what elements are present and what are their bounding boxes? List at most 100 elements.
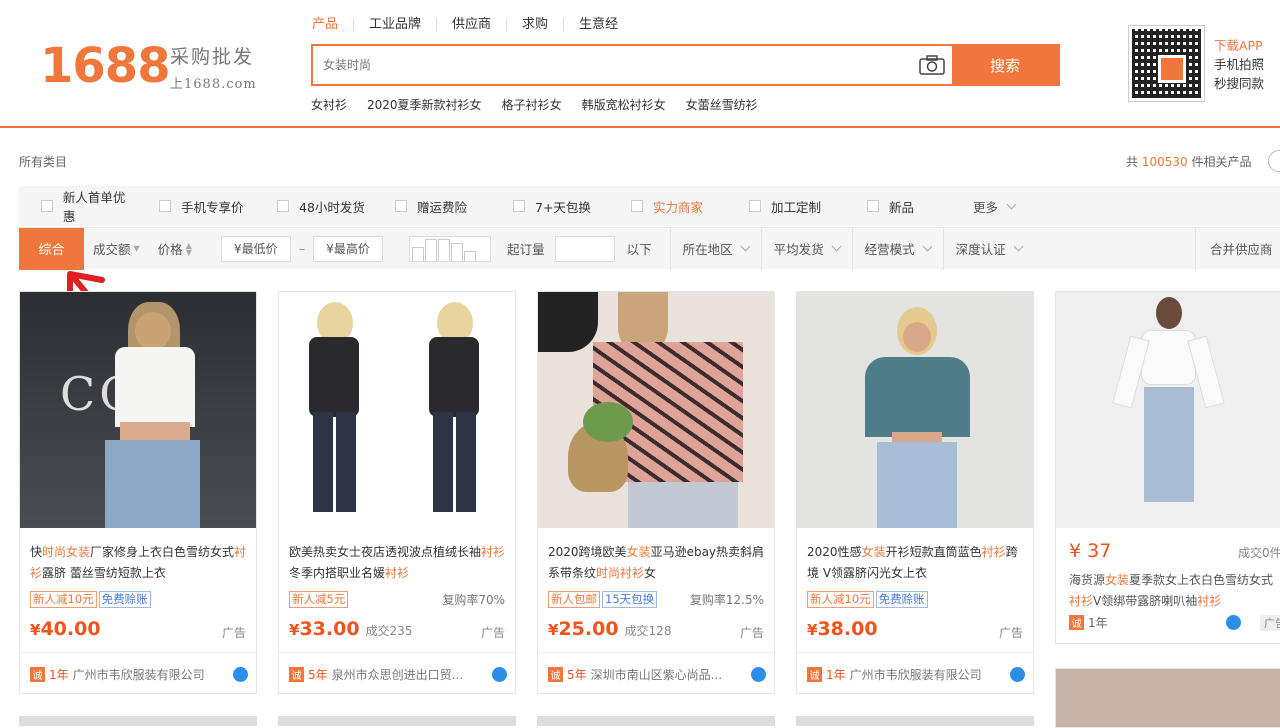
product-title[interactable]: 2020跨境欧美女装亚马逊ebay热卖斜肩系带条纹时尚衬衫女 <box>548 542 766 584</box>
product-title[interactable]: 欧美热卖女士夜店透视波点植绒长袖衬衫 冬季内搭职业名媛衬衫 <box>289 542 507 584</box>
product-image[interactable] <box>1056 292 1280 528</box>
service-tag: 免费赊账 <box>98 591 151 608</box>
price-bar[interactable] <box>438 238 451 261</box>
title-highlight: 衬衫 <box>385 566 410 580</box>
wangwang-chat-icon[interactable] <box>233 667 248 682</box>
checkbox[interactable] <box>749 200 761 212</box>
search-button[interactable]: 搜索 <box>952 46 1058 84</box>
price-distribution-chart[interactable] <box>409 235 492 262</box>
tab-product[interactable]: 产品 <box>312 18 353 32</box>
breadcrumb[interactable]: 所有类目 <box>19 153 67 170</box>
min-price-input[interactable]: ¥最低价 <box>220 235 291 262</box>
sort-volume-label: 成交额 <box>93 242 131 257</box>
more-filters-button[interactable]: 更多 <box>973 197 1017 216</box>
hot-word[interactable]: 格子衬衫女 <box>502 96 562 113</box>
app-promo[interactable]: 下载APP 手机拍照 秒搜同款 <box>1214 36 1264 93</box>
wangwang-chat-icon[interactable] <box>492 667 507 682</box>
price-bar[interactable] <box>425 238 438 261</box>
product-image[interactable]: COE <box>20 292 256 528</box>
ad-label: 广告 <box>221 626 246 640</box>
filter-custom-processing[interactable]: 加工定制 <box>727 197 845 216</box>
price-bar[interactable] <box>451 242 464 261</box>
checkbox[interactable] <box>513 200 525 212</box>
tab-business-guide[interactable]: 生意经 <box>563 18 633 32</box>
search-bar: 搜索 <box>311 44 1060 86</box>
checkbox[interactable] <box>159 200 171 212</box>
wangwang-chat-icon[interactable] <box>751 667 766 682</box>
next-row-product-card[interactable] <box>796 716 1034 726</box>
product-title[interactable]: 2020性感女装开衫短款直筒蓝色衬衫跨境 V领露脐闪光女上衣 <box>807 542 1025 584</box>
merge-suppliers-toggle[interactable]: 合并供应商 <box>1195 227 1280 270</box>
product-image[interactable] <box>797 292 1033 528</box>
price-bar[interactable] <box>412 246 425 261</box>
checkbox[interactable] <box>631 200 643 212</box>
sort-volume[interactable]: 成交额 ▼ <box>84 239 149 258</box>
tab-buying-request[interactable]: 求购 <box>506 18 563 32</box>
next-row-product-card[interactable] <box>537 716 775 726</box>
moq-input[interactable] <box>554 235 615 262</box>
wangwang-chat-icon[interactable] <box>1010 667 1025 682</box>
supplier-info[interactable]: 诚 5年 泉州市众思创进出口贸... <box>289 666 507 683</box>
product-card[interactable]: 2020性感女装开衫短款直筒蓝色衬衫跨境 V领露脐闪光女上衣 新人减10元 免费… <box>796 291 1034 694</box>
supplier-info[interactable]: 诚 5年 深圳市南山区紫心尚品... <box>548 666 766 683</box>
tab-industrial-brand[interactable]: 工业品牌 <box>353 18 436 32</box>
company-name[interactable]: 广州市韦欣服装有限公司 <box>850 666 982 683</box>
title-highlight: 衬衫 <box>981 545 1006 559</box>
logo[interactable]: 1688 <box>40 38 171 94</box>
hot-word[interactable]: 韩版宽松衬衫女 <box>582 96 666 113</box>
divider <box>20 652 256 653</box>
filter-shipping-insurance[interactable]: 赠运费险 <box>373 197 491 216</box>
hot-word[interactable]: 女蕾丝雪纺衫 <box>686 96 758 113</box>
dropdown-location[interactable]: 所在地区 <box>669 227 761 270</box>
dropdown-certification[interactable]: 深度认证 <box>942 227 1034 270</box>
next-row-product-card[interactable] <box>19 716 257 726</box>
camera-icon[interactable] <box>912 46 952 84</box>
filter-mobile-price[interactable]: 手机专享价 <box>137 197 255 216</box>
filter-48h-shipping[interactable]: 48小时发货 <box>255 197 373 216</box>
dropdown-business-model[interactable]: 经营模式 <box>851 227 943 270</box>
checkbox[interactable] <box>41 200 53 212</box>
supplier-info[interactable]: 诚 1年 广州市韦欣服装有限公司 <box>807 666 1025 683</box>
checkbox[interactable] <box>277 200 289 212</box>
product-card[interactable]: 2020跨境欧美女装亚马逊ebay热卖斜肩系带条纹时尚衬衫女 新人包邮 15天包… <box>537 291 775 694</box>
filter-strong-merchant[interactable]: 实力商家 <box>609 197 727 216</box>
next-row-product-card[interactable] <box>278 716 516 726</box>
product-card[interactable]: 欧美热卖女士夜店透视波点植绒长袖衬衫 冬季内搭职业名媛衬衫 新人减5元 复购率7… <box>278 291 516 694</box>
company-name[interactable]: 深圳市南山区紫心尚品... <box>591 666 722 683</box>
hot-word[interactable]: 女衬衫 <box>311 96 347 113</box>
title-text: 2020性感 <box>807 545 862 559</box>
product-image[interactable] <box>279 292 515 528</box>
product-title[interactable]: 快时尚女装厂家修身上衣白色雪纺女式衬衫露脐 蕾丝雪纺短款上衣 <box>30 542 248 584</box>
product-card[interactable]: COE 快时尚女装厂家修身上衣白色雪纺女式衬衫露脐 蕾丝雪纺短款上衣 新人减10… <box>19 291 257 694</box>
supplier-info[interactable]: 诚 1年 广州市韦欣服装有限公司 <box>30 666 248 683</box>
supplier-info[interactable]: 诚 1年 <box>1069 614 1108 631</box>
product-card[interactable]: ¥ 37 成交0件 海货源女装夏季款女上衣白色雪纺女式衬衫V领绑带露脐喇叭袖衬衫… <box>1055 291 1280 644</box>
filter-new-product[interactable]: 新品 <box>845 197 963 216</box>
product-price: ¥25.00 成交128 <box>548 618 671 640</box>
filter-7day-exchange[interactable]: 7+天包换 <box>491 197 609 216</box>
price-bar[interactable] <box>464 250 477 261</box>
next-row-product-card[interactable] <box>1055 668 1280 728</box>
product-image[interactable] <box>538 292 774 528</box>
company-name[interactable]: 广州市韦欣服装有限公司 <box>73 666 205 683</box>
title-text: 欧美热卖女士夜店透视波点植绒长袖 <box>289 545 482 559</box>
max-price-input[interactable]: ¥最高价 <box>313 235 384 262</box>
wangwang-chat-icon[interactable] <box>1226 615 1241 630</box>
filter-new-user-discount[interactable]: 新人首单优惠 <box>19 187 137 225</box>
price-value: 33.00 <box>299 618 360 640</box>
dropdown-avg-shipping[interactable]: 平均发货 <box>760 227 852 270</box>
divider <box>797 652 1033 653</box>
search-input[interactable] <box>313 46 912 84</box>
hot-word[interactable]: 2020夏季新款衬衫女 <box>367 96 482 113</box>
chevron-down-icon <box>1006 199 1017 209</box>
tab-supplier[interactable]: 供应商 <box>436 18 506 32</box>
checkbox[interactable] <box>395 200 407 212</box>
product-price: ¥33.00 成交235 <box>289 618 412 640</box>
checkbox[interactable] <box>867 200 879 212</box>
sort-price[interactable]: 价格 ▲ ▼ <box>149 239 201 258</box>
product-title[interactable]: 海货源女装夏季款女上衣白色雪纺女式衬衫V领绑带露脐喇叭袖衬衫 <box>1069 570 1280 612</box>
view-toggle-button[interactable] <box>1268 150 1280 172</box>
company-name[interactable]: 泉州市众思创进出口贸... <box>332 666 463 683</box>
title-text: 露脐 蕾丝雪纺短款上衣 <box>42 566 166 580</box>
sort-comprehensive[interactable]: 综合 <box>19 227 84 270</box>
